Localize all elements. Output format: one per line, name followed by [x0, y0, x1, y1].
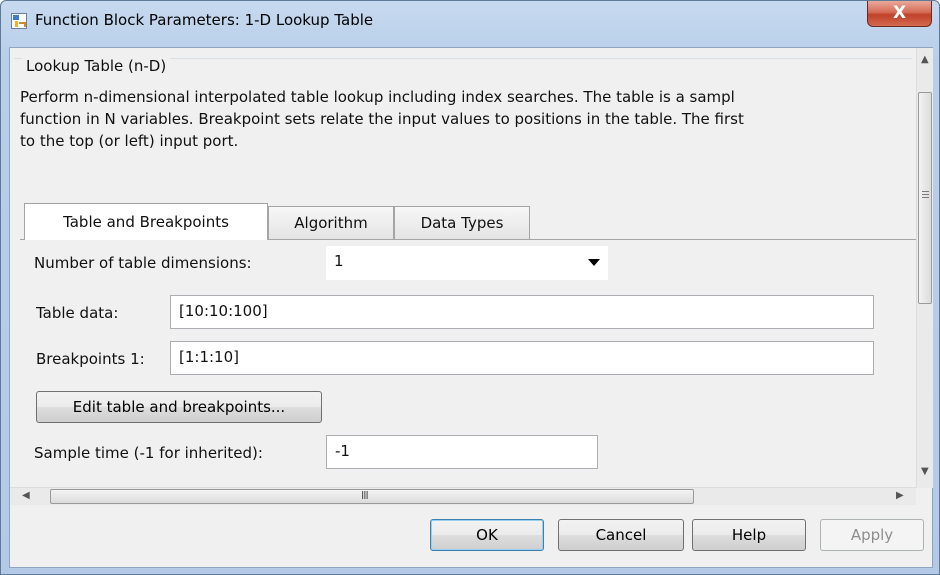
- cancel-button[interactable]: Cancel: [558, 519, 684, 551]
- dimensions-label: Number of table dimensions:: [34, 254, 252, 272]
- apply-button[interactable]: Apply: [820, 519, 924, 551]
- horizontal-scroll-thumb[interactable]: III: [50, 489, 694, 504]
- help-button[interactable]: Help: [692, 519, 806, 551]
- chevron-down-icon: [588, 259, 600, 266]
- ok-button[interactable]: OK: [430, 519, 544, 551]
- breakpoints-field[interactable]: [1:1:10]: [170, 341, 874, 375]
- tab-table-and-breakpoints[interactable]: Table and Breakpoints: [24, 203, 268, 240]
- title-bar[interactable]: Function Block Parameters: 1-D Lookup Ta…: [1, 1, 939, 39]
- table-data-field[interactable]: [10:10:100]: [170, 295, 874, 329]
- tab-panel-table-and-breakpoints: Number of table dimensions: 1 Table data…: [20, 239, 916, 488]
- description-line: Perform n-dimensional interpolated table…: [20, 88, 735, 106]
- sample-time-label: Sample time (-1 for inherited):: [34, 444, 263, 462]
- close-icon: X: [892, 3, 907, 23]
- description-line: to the top (or left) input port.: [20, 132, 239, 150]
- scroll-left-icon[interactable]: ◀: [22, 490, 30, 501]
- dialog-button-bar: OK Cancel Help Apply: [10, 505, 932, 567]
- dialog-window: Function Block Parameters: 1-D Lookup Ta…: [0, 0, 940, 575]
- block-description: Perform n-dimensional interpolated table…: [20, 86, 916, 152]
- close-button[interactable]: X: [867, 1, 932, 27]
- scroll-grip-icon: III: [361, 489, 369, 502]
- dimensions-select[interactable]: 1: [326, 246, 608, 280]
- tab-algorithm[interactable]: Algorithm: [268, 206, 394, 240]
- vertical-scroll-thumb[interactable]: [918, 92, 932, 304]
- window-title: Function Block Parameters: 1-D Lookup Ta…: [35, 11, 374, 29]
- description-line: function in N variables. Breakpoint sets…: [20, 110, 744, 128]
- dimensions-selected-value: 1: [334, 252, 344, 270]
- horizontal-scrollbar[interactable]: ◀ III ▶: [10, 487, 916, 505]
- edit-table-button[interactable]: Edit table and breakpoints...: [36, 391, 322, 423]
- scroll-up-icon[interactable]: ▲: [921, 54, 929, 65]
- sample-time-field[interactable]: -1: [326, 435, 598, 469]
- scrollable-parameters-area: Lookup Table (n-D) Perform n-dimensional…: [10, 48, 916, 488]
- table-data-label: Table data:: [36, 304, 119, 322]
- vertical-scrollbar[interactable]: ▲ ▼: [916, 48, 933, 488]
- scroll-down-icon[interactable]: ▼: [921, 466, 929, 477]
- group-title: Lookup Table (n-D): [22, 57, 171, 75]
- breakpoints-label: Breakpoints 1:: [36, 350, 145, 368]
- simulink-block-icon: [11, 13, 27, 29]
- dialog-content: Lookup Table (n-D) Perform n-dimensional…: [9, 47, 933, 568]
- tab-data-types[interactable]: Data Types: [394, 206, 530, 240]
- scroll-right-icon[interactable]: ▶: [896, 490, 904, 501]
